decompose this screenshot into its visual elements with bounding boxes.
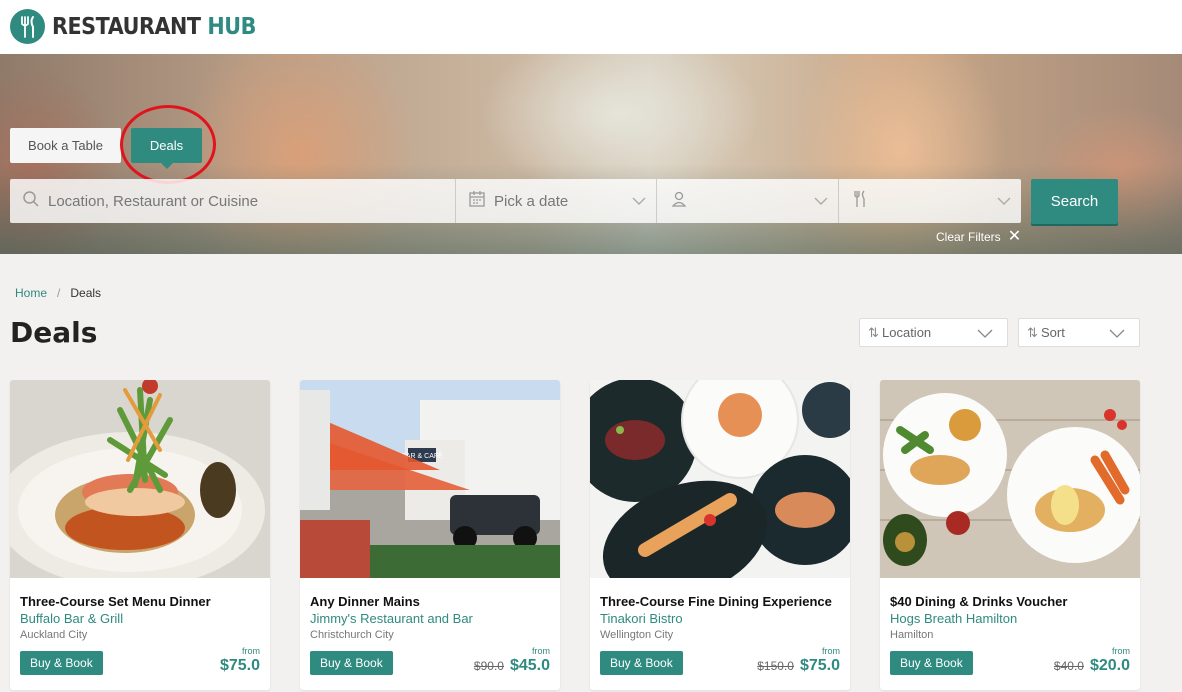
deal-image[interactable] [880, 380, 1140, 578]
deal-title: Any Dinner Mains [310, 594, 420, 609]
price-row: $75.0 [220, 657, 260, 675]
clear-filters-label: Clear Filters [936, 230, 1001, 244]
deal-image[interactable]: BAR & CAFÉ [300, 380, 560, 578]
location-search-field[interactable] [10, 179, 456, 223]
close-icon: ✕ [1007, 228, 1022, 245]
price-row: $90.0 $45.0 [474, 657, 550, 675]
restaurant-link[interactable]: Tinakori Bistro [600, 611, 683, 626]
buy-and-book-button[interactable]: Buy & Book [890, 651, 973, 675]
chevron-down-icon [632, 194, 646, 206]
original-price: $90.0 [473, 659, 504, 673]
person-icon [671, 190, 687, 213]
price-from-label: from [532, 646, 550, 656]
deal-price: $75.0 [219, 657, 260, 674]
deal-card[interactable]: BAR & CAFÉ Any Dinner Mains Jimmy's Rest… [300, 380, 560, 690]
chevron-down-icon [814, 194, 828, 206]
deal-price: $45.0 [509, 657, 550, 674]
location-filter-dropdown[interactable]: ⇅ Location [859, 318, 1008, 347]
calendar-icon [468, 190, 486, 213]
original-price: $150.0 [757, 659, 794, 673]
meal-select[interactable] [839, 179, 1021, 223]
breadcrumb-separator: / [57, 286, 61, 300]
top-header: RESTAURANT HUB [0, 0, 1182, 54]
deal-title: Three-Course Set Menu Dinner [20, 594, 211, 609]
cutlery-icon [10, 9, 45, 44]
page-title: Deals [10, 316, 98, 349]
sort-arrows-icon: ⇅ [868, 325, 879, 340]
location-search-input[interactable] [48, 192, 428, 210]
restaurant-link[interactable]: Buffalo Bar & Grill [20, 611, 123, 626]
chevron-down-icon [1109, 327, 1125, 339]
fork-knife-icon [853, 190, 867, 213]
brand-name: RESTAURANT HUB [52, 14, 256, 40]
date-picker-label: Pick a date [494, 192, 569, 210]
guests-select[interactable] [657, 179, 839, 223]
price-row: $150.0 $75.0 [757, 657, 840, 675]
date-picker[interactable]: Pick a date [456, 179, 657, 223]
restaurant-link[interactable]: Jimmy's Restaurant and Bar [310, 611, 473, 626]
deal-card[interactable]: Three-Course Set Menu Dinner Buffalo Bar… [10, 380, 270, 690]
hero-banner: Book a Table Deals Pick a date [0, 54, 1182, 254]
chevron-down-icon [977, 327, 993, 339]
deal-city: Hamilton [890, 629, 934, 641]
deal-image[interactable] [10, 380, 270, 578]
search-icon [22, 190, 40, 213]
sort-arrows-icon: ⇅ [1027, 325, 1038, 340]
price-from-label: from [242, 646, 260, 656]
price-from-label: from [1112, 646, 1130, 656]
price-row: $40.0 $20.0 [1054, 657, 1130, 675]
clear-filters-link[interactable]: Clear Filters ✕ [936, 228, 1022, 245]
tab-deals[interactable]: Deals [131, 128, 202, 169]
deal-image[interactable] [590, 380, 850, 578]
deal-card[interactable]: Three-Course Fine Dining Experience Tina… [590, 380, 850, 690]
deal-city: Auckland City [20, 629, 88, 641]
deal-city: Wellington City [600, 629, 674, 641]
restaurant-link[interactable]: Hogs Breath Hamilton [890, 611, 1017, 626]
original-price: $40.0 [1053, 659, 1084, 673]
breadcrumb-current: Deals [70, 286, 102, 300]
breadcrumb: Home / Deals [15, 286, 101, 300]
tab-book-a-table[interactable]: Book a Table [10, 128, 121, 163]
buy-and-book-button[interactable]: Buy & Book [310, 651, 393, 675]
brand-name-part1: RESTAURANT [52, 13, 201, 40]
tab-book-a-table-label: Book a Table [28, 138, 103, 153]
brand-name-part2: HUB [207, 13, 256, 40]
brand-logo[interactable]: RESTAURANT HUB [10, 9, 279, 44]
sort-dropdown[interactable]: ⇅ Sort [1018, 318, 1140, 347]
deal-price: $20.0 [1089, 657, 1130, 674]
deal-city: Christchurch City [310, 629, 394, 641]
location-filter-label: Location [882, 325, 932, 340]
chevron-down-icon [997, 194, 1011, 206]
search-bar: Pick a date [10, 179, 1021, 223]
deal-price: $75.0 [799, 657, 840, 674]
sort-label: Sort [1041, 325, 1065, 340]
breadcrumb-home-link[interactable]: Home [15, 286, 47, 300]
deal-card[interactable]: $40 Dining & Drinks Voucher Hogs Breath … [880, 380, 1140, 690]
deal-title: $40 Dining & Drinks Voucher [890, 594, 1068, 609]
price-from-label: from [822, 646, 840, 656]
search-button[interactable]: Search [1031, 179, 1118, 224]
buy-and-book-button[interactable]: Buy & Book [20, 651, 103, 675]
deal-title: Three-Course Fine Dining Experience [600, 594, 832, 609]
buy-and-book-button[interactable]: Buy & Book [600, 651, 683, 675]
tab-deals-label: Deals [149, 138, 184, 153]
